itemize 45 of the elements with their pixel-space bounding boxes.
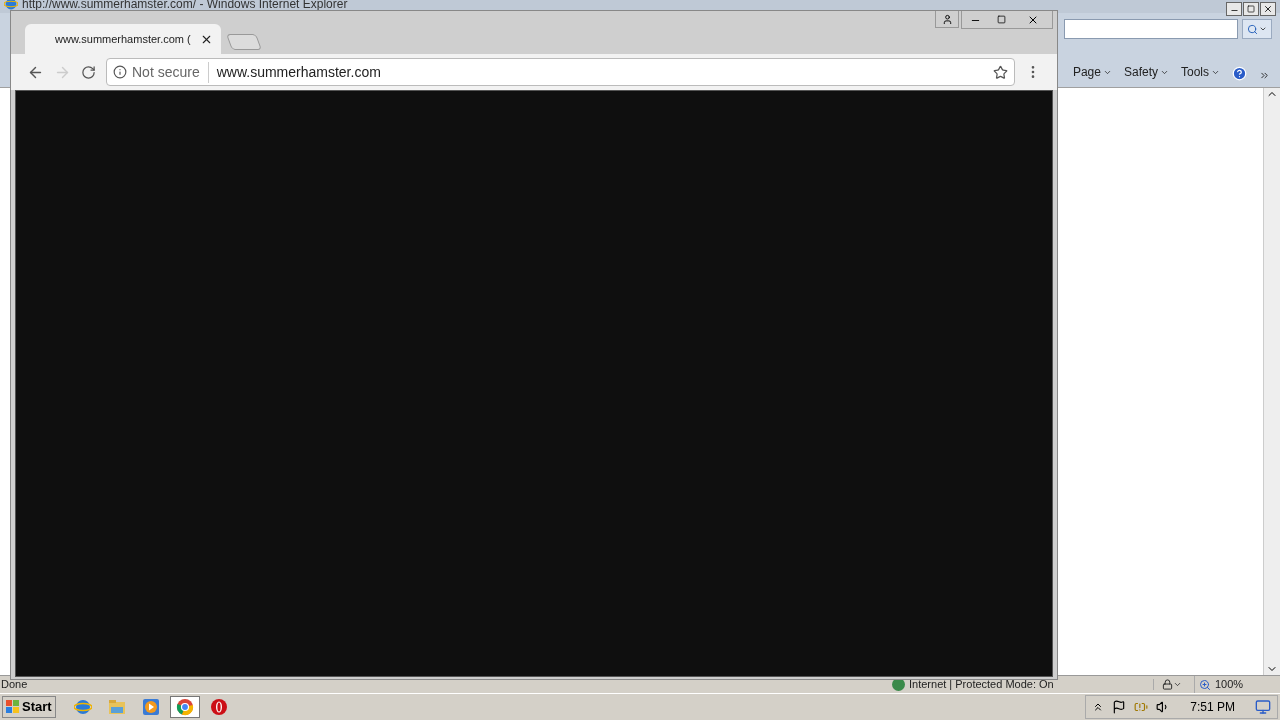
- profile-button[interactable]: [935, 11, 959, 28]
- close-button[interactable]: [1260, 2, 1276, 16]
- chrome-logo-icon: [175, 698, 194, 716]
- globe-e-icon: [73, 698, 92, 716]
- power-warning-icon[interactable]: [1134, 700, 1149, 714]
- maximize-icon: [996, 15, 1006, 24]
- minimize-button[interactable]: [1226, 2, 1242, 16]
- opera-logo-icon: [209, 698, 228, 716]
- restore-icon: [1247, 5, 1255, 13]
- flag-icon[interactable]: [1112, 700, 1127, 714]
- caret-icon: [1173, 680, 1182, 689]
- search-icon: [1247, 23, 1258, 35]
- address-bar[interactable]: Not secure www.summerhamster.com: [106, 58, 1015, 86]
- start-button[interactable]: Start: [2, 696, 56, 718]
- status-text: Done: [0, 677, 28, 693]
- play-icon: [141, 698, 160, 716]
- command-menu[interactable]: Safety: [1123, 63, 1169, 81]
- security-label: Not secure: [132, 61, 209, 83]
- browser-tab[interactable]: www.summerhamster.com (: [25, 24, 221, 54]
- info-icon: [113, 65, 127, 79]
- reload-icon[interactable]: [81, 64, 96, 80]
- globe-e-icon: [4, 0, 18, 11]
- search-field[interactable]: [1064, 19, 1238, 39]
- clock: 7:51 PM: [1189, 699, 1236, 716]
- url-text: www.summerhamster.com: [216, 62, 381, 82]
- restore-button[interactable]: [1243, 2, 1259, 16]
- lock-icon: [1162, 679, 1173, 690]
- tab-title: www.summerhamster.com (: [55, 31, 191, 47]
- close-icon: [1263, 4, 1273, 14]
- command-menu[interactable]: Page: [1072, 63, 1112, 81]
- zoom-control[interactable]: 100%: [1194, 676, 1280, 693]
- folder-icon: [107, 699, 126, 715]
- bookmark-star-icon[interactable]: [993, 64, 1008, 80]
- show-desktop-icon[interactable]: [1255, 699, 1271, 715]
- zone-text: Internet | Protected Mode: On: [909, 677, 1055, 693]
- caret-icon: [1259, 25, 1267, 33]
- person-icon: [941, 13, 953, 25]
- help-icon[interactable]: [1232, 66, 1247, 81]
- taskbar-app-button[interactable]: [169, 696, 200, 718]
- search-button[interactable]: [1242, 19, 1272, 39]
- zoom-icon: [1199, 678, 1211, 691]
- windows-logo-icon: [6, 700, 20, 714]
- window-title: http://www.summerhamster.com/ - Windows Internet Explorer: [22, 0, 348, 13]
- command-menu[interactable]: Tools: [1181, 63, 1220, 81]
- chevrons-icon[interactable]: [1259, 70, 1270, 81]
